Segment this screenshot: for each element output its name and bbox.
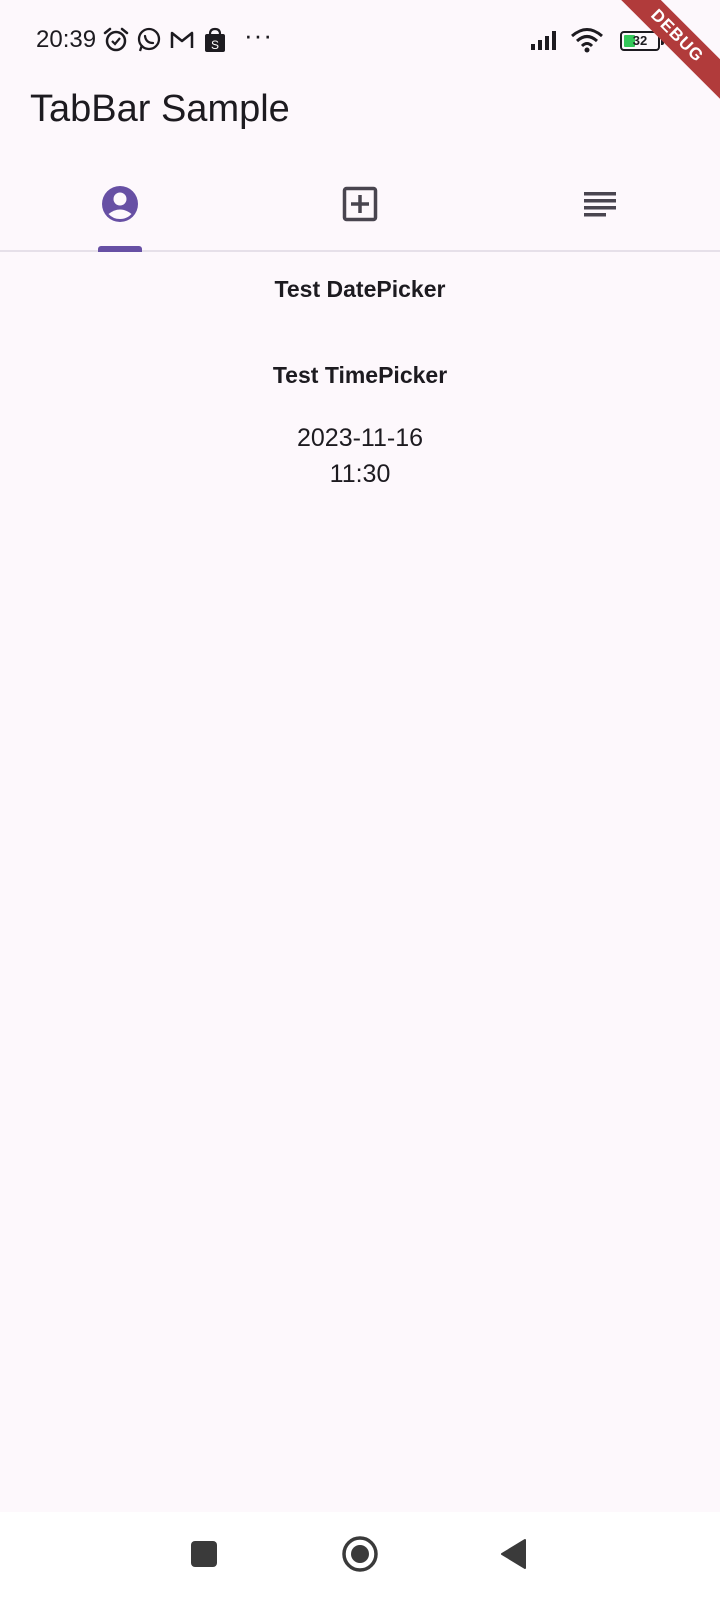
battery-level: 32 [632, 33, 648, 48]
tab-indicator [98, 246, 142, 252]
shop-icon: S [201, 26, 229, 54]
selected-date: 2023-11-16 [296, 424, 424, 452]
system-nav-bar [0, 1512, 720, 1600]
gmail-icon [168, 26, 196, 54]
tab-notes[interactable] [480, 160, 720, 252]
tab-add[interactable] [240, 160, 480, 252]
add-box-icon [342, 186, 378, 227]
date-picker-button[interactable]: Test DatePicker [0, 276, 720, 303]
whatsapp-icon [135, 26, 163, 54]
home-icon [341, 1535, 379, 1578]
recents-button[interactable] [178, 1530, 230, 1582]
svg-text:S: S [211, 38, 219, 52]
status-bar: 20:39 S ··· 32 [0, 0, 720, 80]
notes-icon [583, 189, 617, 224]
signal-icon [530, 26, 562, 54]
more-icon: ··· [244, 20, 273, 50]
account-circle-icon [100, 184, 140, 229]
battery-icon: 32 [620, 31, 660, 51]
tab-bar [0, 160, 720, 252]
recents-icon [190, 1540, 218, 1573]
screen: 20:39 S ··· 32 DEBUG TabBar Sample Test … [0, 0, 720, 1600]
wifi-icon [570, 26, 604, 54]
status-time: 20:39 [36, 26, 97, 53]
alarm-icon [102, 26, 130, 54]
back-icon [500, 1538, 528, 1575]
back-button[interactable] [488, 1530, 540, 1582]
time-picker-button[interactable]: Test TimePicker [0, 362, 720, 389]
selected-time: 11:30 [329, 460, 391, 488]
page-title: TabBar Sample [30, 88, 290, 130]
tab-account[interactable] [0, 160, 240, 252]
home-button[interactable] [334, 1530, 386, 1582]
